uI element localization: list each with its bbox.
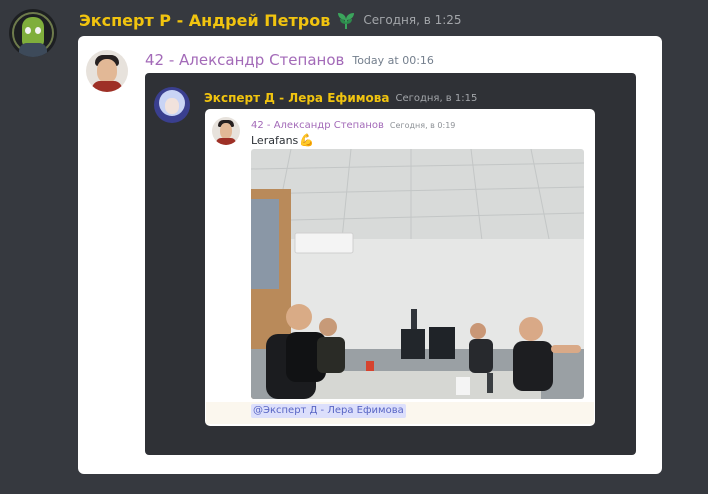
author-name[interactable]: Эксперт Р - Андрей Петров <box>79 11 330 30</box>
avatar-eye-right <box>35 27 41 34</box>
avatar-face <box>220 123 232 139</box>
message-header: Эксперт Р - Андрей Петров Сегодня, в 1:2… <box>79 10 462 30</box>
quoted-message-header: 42 - Александр Степанов Today at 00:16 <box>145 50 434 70</box>
original-author-avatar[interactable] <box>212 117 240 145</box>
quoted-timestamp[interactable]: Today at 00:16 <box>352 54 434 67</box>
message-timestamp[interactable]: Сегодня, в 1:25 <box>363 13 461 27</box>
nested-author-name[interactable]: Эксперт Д - Лера Ефимова <box>204 91 389 105</box>
avatar-shirt <box>216 138 236 145</box>
user-mention[interactable]: @Эксперт Д - Лера Ефимова <box>251 404 406 418</box>
photo-attachment[interactable] <box>251 149 584 399</box>
original-timestamp[interactable]: Сегодня, в 0:19 <box>390 121 456 130</box>
flexed-biceps-emoji: 💪 <box>299 133 315 147</box>
avatar-shirt <box>92 81 122 92</box>
original-author-name[interactable]: 42 - Александр Степанов <box>251 120 384 131</box>
office-photo <box>251 149 584 399</box>
nested-message-header: Эксперт Д - Лера Ефимова Сегодня, в 1:15 <box>204 89 477 107</box>
quoted-author-avatar[interactable] <box>86 50 128 92</box>
avatar-face <box>97 59 117 83</box>
message-body: Lerafans <box>251 133 299 147</box>
author-avatar[interactable] <box>9 9 57 57</box>
nested-timestamp[interactable]: Сегодня, в 1:15 <box>395 93 477 104</box>
sprout-icon <box>338 13 355 29</box>
nested-author-avatar[interactable] <box>154 87 190 123</box>
avatar-eye-left <box>25 27 31 34</box>
avatar-body <box>19 43 47 57</box>
original-message-header: 42 - Александр Степанов Сегодня, в 0:19 <box>251 118 455 132</box>
message-text: Lerafans 💪 <box>251 133 314 147</box>
avatar-face <box>165 98 179 114</box>
quoted-author-name[interactable]: 42 - Александр Степанов <box>145 51 344 69</box>
